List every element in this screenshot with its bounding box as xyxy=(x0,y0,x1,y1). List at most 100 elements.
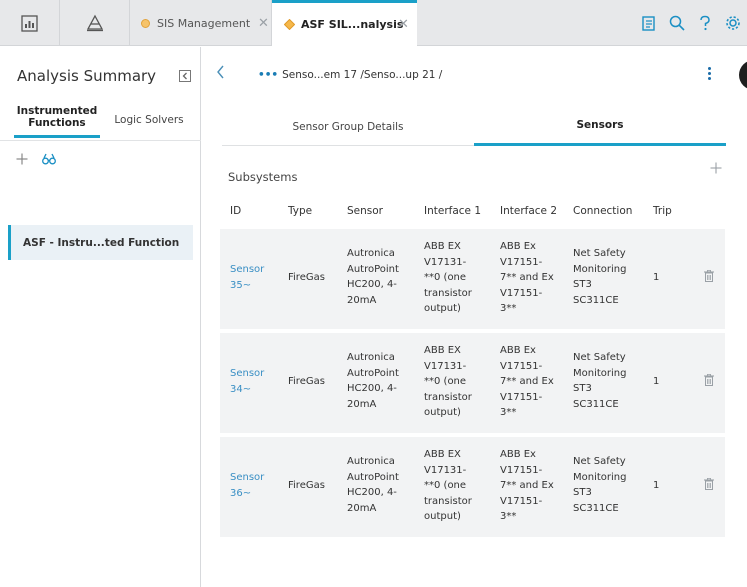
add-icon xyxy=(710,162,722,174)
line: output) xyxy=(424,303,461,314)
trash-icon xyxy=(704,373,714,386)
search-button[interactable] xyxy=(663,15,691,31)
tab-instrumented-functions[interactable]: Instrumented Functions xyxy=(14,105,100,138)
line: 3** xyxy=(500,407,517,418)
id-line[interactable]: 35~ xyxy=(230,278,264,294)
type-cell: FireGas xyxy=(288,376,325,387)
column-header-connection: Connection xyxy=(573,205,633,217)
line: Autronica xyxy=(347,456,395,467)
help-button[interactable] xyxy=(691,15,719,31)
search-icon xyxy=(669,15,685,31)
line: Monitoring xyxy=(573,471,627,483)
hierarchy-button[interactable] xyxy=(60,0,130,46)
column-header-id: ID xyxy=(230,205,242,217)
find-button[interactable] xyxy=(42,153,56,168)
line: AutroPoint xyxy=(347,367,399,379)
trip-cell: 1 xyxy=(653,480,660,491)
line: transistor xyxy=(424,495,472,507)
line: Monitoring xyxy=(573,367,627,379)
divider xyxy=(0,140,201,141)
id-line[interactable]: Sensor xyxy=(230,470,264,486)
id-line[interactable]: Sensor xyxy=(230,262,264,278)
table-row: Sensor 35~ FireGas Autronica AutroPoint HC2… xyxy=(220,229,725,329)
line: Net Safety xyxy=(573,248,626,259)
line: ABB Ex xyxy=(500,449,536,460)
line: HC200, 4- xyxy=(347,383,397,394)
id-line[interactable]: Sensor xyxy=(230,366,264,382)
breadcrumb-more-icon[interactable]: ••• xyxy=(258,69,278,81)
top-tab-bar: SIS Management ✕ ASF SIL...nalysis ✕ xyxy=(0,0,747,46)
side-panel-toggle[interactable] xyxy=(739,60,747,90)
delete-button[interactable] xyxy=(704,269,714,285)
close-icon[interactable]: ✕ xyxy=(258,16,269,31)
tab-sensors[interactable]: Sensors xyxy=(474,107,726,146)
line: 7** and Ex xyxy=(500,480,554,491)
type-cell: FireGas xyxy=(288,480,325,491)
dashboard-button[interactable] xyxy=(0,0,60,46)
connection-cell: Net Safety Monitoring ST3 SC311CE xyxy=(573,246,626,308)
id-line[interactable]: 34~ xyxy=(230,382,264,398)
hierarchy-icon xyxy=(86,14,103,32)
line: ABB EX xyxy=(424,241,461,252)
tab-sis-management[interactable]: SIS Management ✕ xyxy=(130,0,272,46)
line: 20mA xyxy=(347,294,377,306)
id-line[interactable]: 36~ xyxy=(230,486,264,502)
breadcrumb-text[interactable]: Senso...em 17 /Senso...up 21 / xyxy=(282,69,442,81)
line: Net Safety xyxy=(573,352,626,363)
column-header-trip: Trip xyxy=(653,205,672,217)
connection-cell: Net Safety Monitoring ST3 SC311CE xyxy=(573,454,626,516)
tab-logic-solvers[interactable]: Logic Solvers xyxy=(106,114,192,126)
trash-icon xyxy=(704,477,714,490)
line: HC200, 4- xyxy=(347,279,397,290)
section-title: Subsystems xyxy=(228,170,298,184)
delete-button[interactable] xyxy=(704,373,714,389)
line: V17151- xyxy=(500,360,543,372)
sensor-cell: Autronica AutroPoint HC200, 4- 20mA xyxy=(347,246,399,308)
more-button[interactable] xyxy=(708,67,712,82)
clipboard-button[interactable] xyxy=(635,15,663,31)
line: Net Safety xyxy=(573,456,626,467)
close-icon[interactable]: ✕ xyxy=(398,17,409,32)
interface2-cell: ABB Ex V17151- 7** and Ex V17151- 3** xyxy=(500,239,554,317)
list-item-asf-function[interactable]: ASF - Instru...ted Function xyxy=(8,225,193,260)
tab-sensor-group-details[interactable]: Sensor Group Details xyxy=(222,107,474,146)
line: output) xyxy=(424,511,461,522)
line: AutroPoint xyxy=(347,471,399,483)
collapse-button[interactable] xyxy=(179,70,191,82)
add-icon xyxy=(16,153,28,165)
add-button[interactable] xyxy=(16,153,28,168)
line: V17131- xyxy=(424,464,467,476)
line: 7** and Ex xyxy=(500,376,554,387)
line: ST3 xyxy=(573,383,592,394)
line: SC311CE xyxy=(573,294,619,306)
add-subsystem-button[interactable] xyxy=(710,159,722,178)
interface2-cell: ABB Ex V17151- 7** and Ex V17151- 3** xyxy=(500,447,554,525)
back-button[interactable] xyxy=(216,65,225,83)
more-icon-dot xyxy=(708,77,711,80)
sensor-id-link[interactable]: Sensor 35~ xyxy=(230,262,264,293)
sensor-id-link[interactable]: Sensor 34~ xyxy=(230,366,264,397)
line: V17131- xyxy=(424,256,467,268)
sensor-id-link[interactable]: Sensor 36~ xyxy=(230,470,264,501)
asset-dot-icon xyxy=(284,19,295,30)
tab-asf-sil-analysis[interactable]: ASF SIL...nalysis ✕ xyxy=(272,0,417,46)
line: **0 (one xyxy=(424,272,467,283)
settings-button[interactable] xyxy=(719,15,747,31)
line: ST3 xyxy=(573,487,592,498)
line: V17151- xyxy=(500,287,543,299)
line: AutroPoint xyxy=(347,263,399,275)
list-item-label: ASF - Instru...ted Function xyxy=(23,237,180,249)
settings-icon xyxy=(726,16,740,30)
line: Monitoring xyxy=(573,263,627,275)
line: V17151- xyxy=(500,464,543,476)
line: ABB Ex xyxy=(500,345,536,356)
line: ABB Ex xyxy=(500,241,536,252)
line: **0 (one xyxy=(424,480,467,491)
interface1-cell: ABB EX V17131- **0 (one transistor output) xyxy=(424,447,472,525)
sensor-cell: Autronica AutroPoint HC200, 4- 20mA xyxy=(347,350,399,412)
sensor-cell: Autronica AutroPoint HC200, 4- 20mA xyxy=(347,454,399,516)
line: V17151- xyxy=(500,256,543,268)
delete-button[interactable] xyxy=(704,477,714,493)
left-panel: Analysis Summary Instrumented Functions … xyxy=(0,47,201,587)
interface2-cell: ABB Ex V17151- 7** and Ex V17151- 3** xyxy=(500,343,554,421)
